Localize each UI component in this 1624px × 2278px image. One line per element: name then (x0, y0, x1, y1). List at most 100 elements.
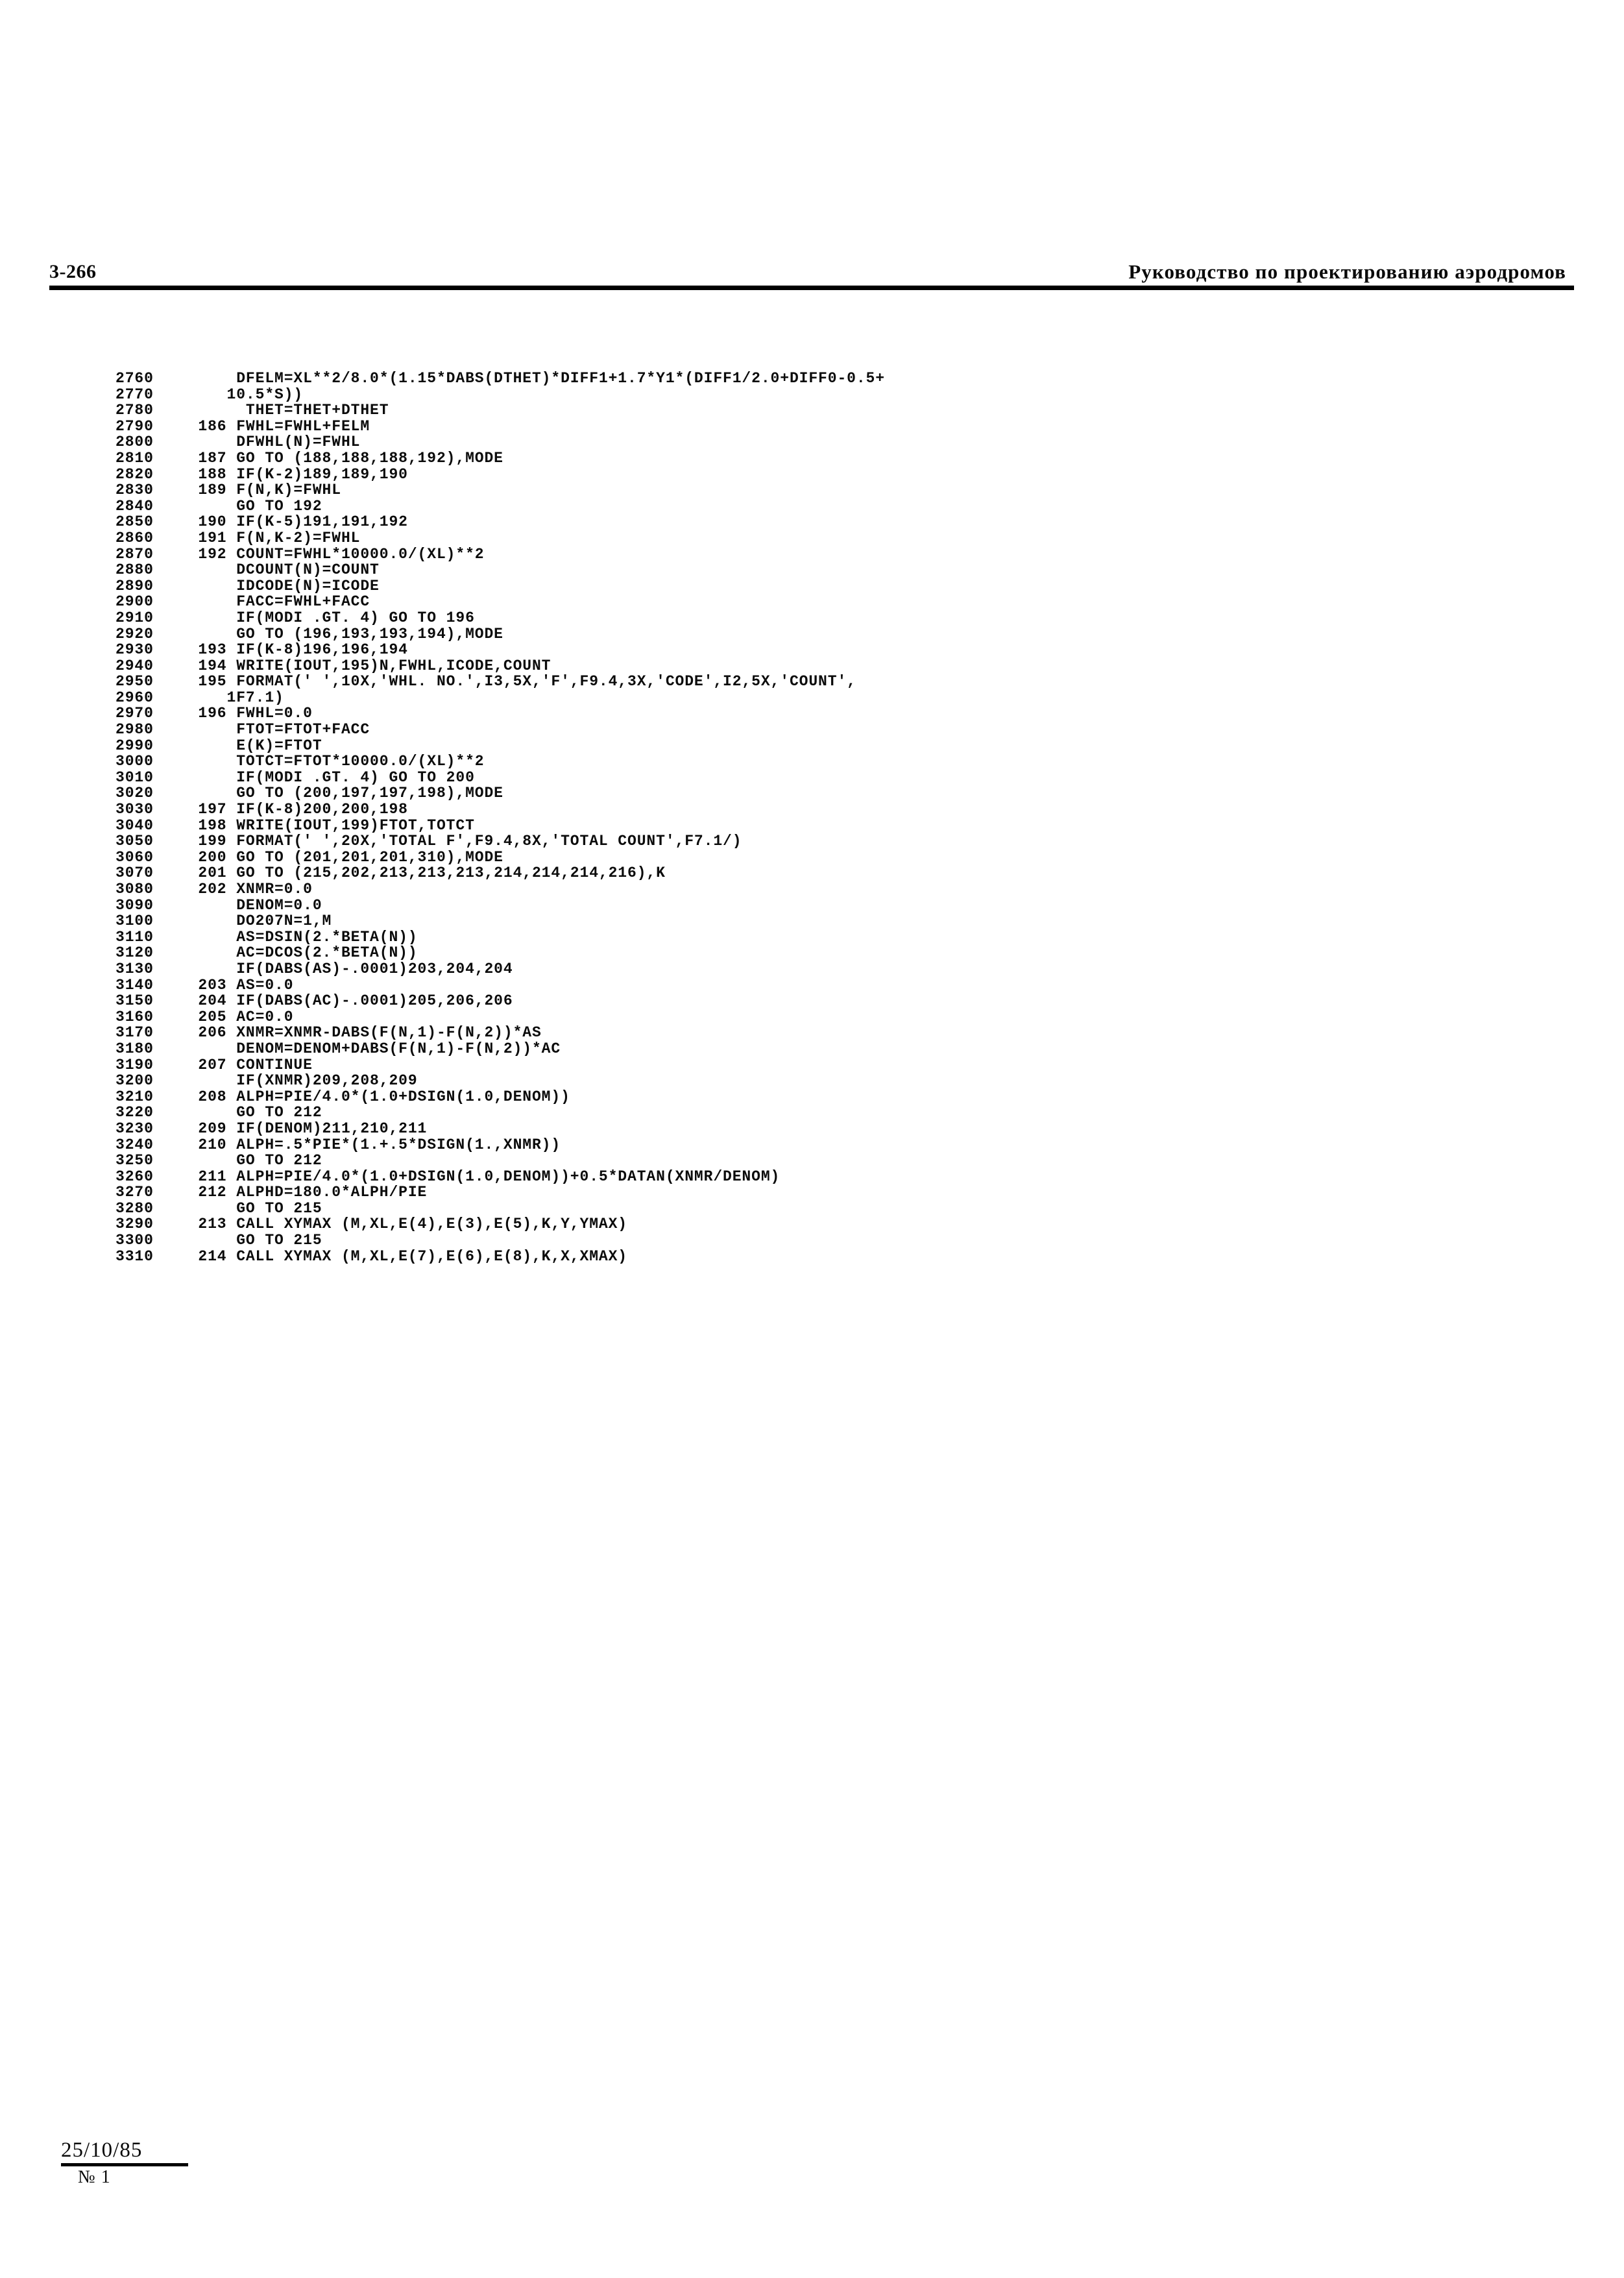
code-line: 3290 213 CALL XYMAX (M,XL,E(4),E(3),E(5)… (49, 1216, 1542, 1232)
code-line: 2770 10.5*S)) (49, 386, 1542, 403)
code-line: 3090 DENOM=0.0 (49, 896, 1542, 914)
code-line-number: 3250 (115, 1152, 154, 1170)
code-line-number: 2880 (115, 561, 154, 579)
code-line: 3250 GO TO 212 (49, 1152, 1542, 1170)
page-footer: 25/10/85 № 1 (61, 2139, 333, 2187)
code-line-text: 205 AC=0.0 (179, 1008, 294, 1025)
code-line-number: 2800 (115, 434, 154, 451)
code-line: 2810 187 GO TO (188,188,188,192),MODE (49, 449, 1542, 467)
code-line: 3020 GO TO (200,197,197,198),MODE (49, 785, 1542, 802)
code-line-text: 204 IF(DABS(AC)-.0001)205,206,206 (179, 992, 513, 1010)
code-line-number: 2780 (115, 402, 154, 419)
code-line: 2940 194 WRITE(IOUT,195)N,FWHL,ICODE,COU… (49, 657, 1542, 674)
code-line-text: E(K)=FTOT (179, 737, 322, 754)
code-line: 3200 IF(XNMR)209,208,209 (49, 1072, 1542, 1090)
code-line: 3050 199 FORMAT(' ',20X,'TOTAL F',F9.4,8… (49, 833, 1542, 850)
code-line-number: 3090 (115, 896, 154, 914)
code-line-number: 3270 (115, 1184, 154, 1201)
code-line: 2820 188 IF(K-2)189,189,190 (49, 465, 1542, 483)
code-line-number: 3290 (115, 1216, 154, 1233)
code-line-text: 213 CALL XYMAX (M,XL,E(4),E(3),E(5),K,Y,… (179, 1216, 628, 1233)
code-line: 2920 GO TO (196,193,193,194),MODE (49, 625, 1542, 643)
code-line: 2760 DFELM=XL**2/8.0*(1.15*DABS(DTHET)*D… (49, 370, 1542, 387)
code-line-text: 195 FORMAT(' ',10X,'WHL. NO.',I3,5X,'F',… (179, 673, 856, 691)
code-line: 3160 205 AC=0.0 (49, 1009, 1542, 1025)
code-line: 3100 DO207N=1,M (49, 912, 1542, 929)
header-row: 3-266 Руководство по проектированию аэро… (49, 245, 1574, 283)
code-line-text: 202 XNMR=0.0 (179, 881, 313, 898)
code-line-text: FTOT=FTOT+FACC (179, 721, 370, 739)
code-line-text: IF(MODI .GT. 4) GO TO 196 (179, 609, 475, 626)
page-header: 3-266 Руководство по проектированию аэро… (49, 245, 1574, 297)
code-line-text: 10.5*S)) (179, 386, 304, 403)
code-line-number: 3050 (115, 833, 154, 850)
code-line: 3120 AC=DCOS(2.*BETA(N)) (49, 944, 1542, 961)
code-line-text: GO TO 192 (179, 497, 322, 515)
code-line-number: 3100 (115, 912, 154, 930)
code-line-text: THET=THET+DTHET (179, 402, 389, 419)
code-line: 2830 189 F(N,K)=FWHL (49, 482, 1542, 498)
code-line-text: 198 WRITE(IOUT,199)FTOT,TOTCT (179, 816, 475, 834)
footer-divider (61, 2162, 188, 2166)
code-line-text: 192 COUNT=FWHL*10000.0/(XL)**2 (179, 545, 485, 563)
code-line-number: 2790 (115, 417, 154, 435)
code-line-text: AC=DCOS(2.*BETA(N)) (179, 944, 418, 962)
code-line-text: 188 IF(K-2)189,189,190 (179, 465, 408, 483)
footer-date: 25/10/85 (61, 2138, 143, 2162)
code-line-number: 3310 (115, 1247, 154, 1265)
code-line-text: GO TO 212 (179, 1152, 322, 1170)
code-line: 3040 198 WRITE(IOUT,199)FTOT,TOTCT (49, 816, 1542, 834)
code-listing: 2760 DFELM=XL**2/8.0*(1.15*DABS(DTHET)*D… (49, 370, 1542, 1265)
code-line: 3190 207 CONTINUE (49, 1057, 1542, 1073)
code-line: 3070 201 GO TO (215,202,213,213,213,214,… (49, 864, 1542, 881)
code-line-text: 210 ALPH=.5*PIE*(1.+.5*DSIGN(1.,XNMR)) (179, 1136, 561, 1153)
code-line: 2970 196 FWHL=0.0 (49, 705, 1542, 722)
code-line-text: 1F7.1) (179, 689, 284, 706)
code-line: 3300 GO TO 215 (49, 1232, 1542, 1249)
code-line-number: 3260 (115, 1168, 154, 1185)
code-line: 2900 FACC=FWHL+FACC (49, 593, 1542, 610)
code-line-number: 2920 (115, 625, 154, 643)
code-line-number: 2830 (115, 482, 154, 499)
code-line-number: 3140 (115, 976, 154, 994)
code-line: 3210 208 ALPH=PIE/4.0*(1.0+DSIGN(1.0,DEN… (49, 1088, 1542, 1105)
code-line-number: 3030 (115, 801, 154, 818)
code-line-number: 3300 (115, 1232, 154, 1249)
code-line-text: 187 GO TO (188,188,188,192),MODE (179, 449, 503, 467)
footer-revision-number: № 1 (78, 2166, 111, 2187)
code-line-text: DFELM=XL**2/8.0*(1.15*DABS(DTHET)*DIFF1+… (179, 370, 885, 387)
code-line-number: 3200 (115, 1072, 154, 1090)
code-line-number: 2970 (115, 705, 154, 722)
code-line-number: 3170 (115, 1024, 154, 1042)
code-line-text: 203 AS=0.0 (179, 976, 294, 994)
header-divider (49, 286, 1574, 290)
code-line-number: 3220 (115, 1104, 154, 1121)
code-line-number: 2990 (115, 737, 154, 754)
code-line: 3310 214 CALL XYMAX (M,XL,E(7),E(6),E(8)… (49, 1247, 1542, 1265)
code-line: 2880 DCOUNT(N)=COUNT (49, 561, 1542, 578)
code-line-number: 2910 (115, 609, 154, 626)
code-line-text: 199 FORMAT(' ',20X,'TOTAL F',F9.4,8X,'TO… (179, 833, 742, 850)
code-line-text: GO TO 215 (179, 1199, 322, 1217)
code-line-text: DFWHL(N)=FWHL (179, 434, 361, 451)
code-line-number: 3070 (115, 864, 154, 882)
code-line-number: 2960 (115, 689, 154, 706)
code-line-number: 3120 (115, 944, 154, 962)
code-line-text: AS=DSIN(2.*BETA(N)) (179, 928, 418, 946)
code-line-text: TOTCT=FTOT*10000.0/(XL)**2 (179, 753, 485, 770)
code-line: 3270 212 ALPHD=180.0*ALPH/PIE (49, 1184, 1542, 1201)
code-line: 2850 190 IF(K-5)191,191,192 (49, 513, 1542, 530)
code-line: 3260 211 ALPH=PIE/4.0*(1.0+DSIGN(1.0,DEN… (49, 1168, 1542, 1185)
code-line: 3220 GO TO 212 (49, 1104, 1542, 1121)
code-line-number: 2980 (115, 721, 154, 739)
code-line: 2960 1F7.1) (49, 689, 1542, 706)
code-line: 3240 210 ALPH=.5*PIE*(1.+.5*DSIGN(1.,XNM… (49, 1136, 1542, 1153)
code-line-number: 3210 (115, 1088, 154, 1105)
code-line-text: 209 IF(DENOM)211,210,211 (179, 1120, 428, 1137)
code-line-text: 190 IF(K-5)191,191,192 (179, 513, 408, 531)
code-line-number: 2770 (115, 386, 154, 403)
code-line-text: DENOM=DENOM+DABS(F(N,1)-F(N,2))*AC (179, 1040, 561, 1057)
code-line: 3080 202 XNMR=0.0 (49, 881, 1542, 898)
code-line: 2780 THET=THET+DTHET (49, 402, 1542, 419)
code-line: 2860 191 F(N,K-2)=FWHL (49, 530, 1542, 546)
